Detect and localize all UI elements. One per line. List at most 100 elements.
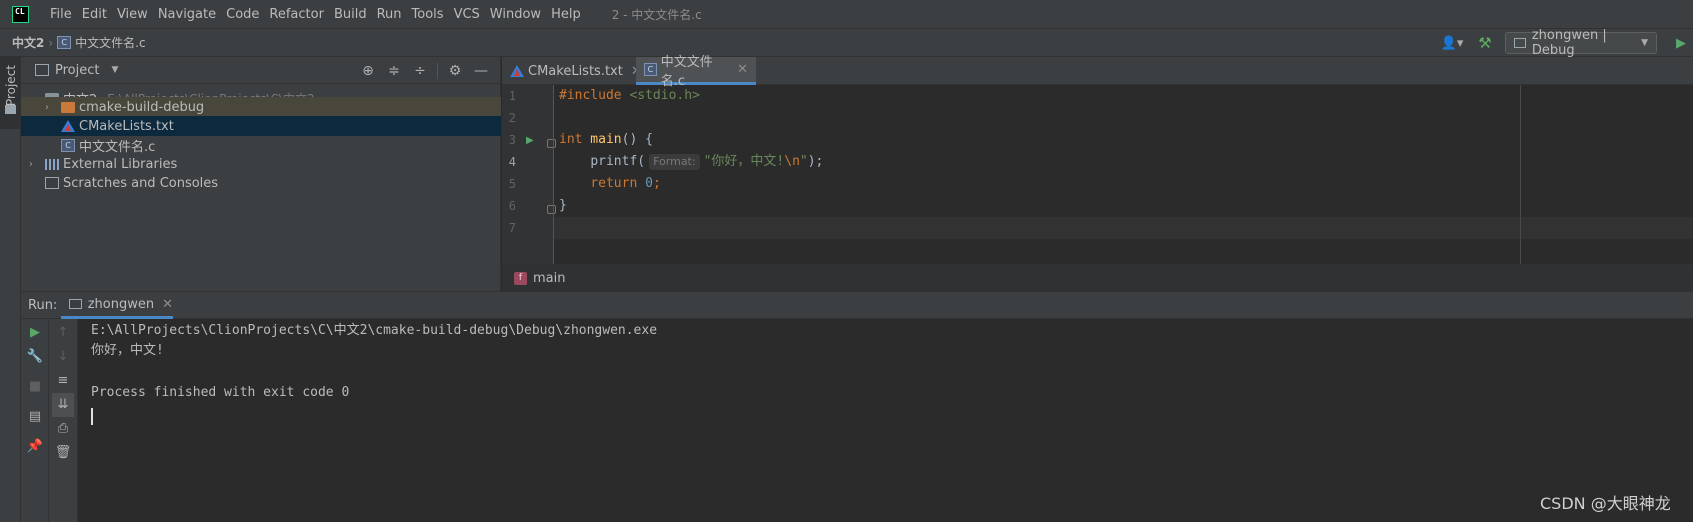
parameter-hint: Format: [649,154,700,170]
tree-item-build-dir[interactable]: › cmake-build-debug [21,97,501,117]
menu-help[interactable]: Help [546,7,586,22]
clion-logo-icon: CL [12,5,29,23]
number-literal: 0 [637,176,653,191]
folder-icon [61,101,75,113]
menu-edit[interactable]: Edit [77,7,112,22]
editor-area: CMakeLists.txt ✕ C 中文文件名.c ✕ 1 2 3 4 5 6… [502,55,1693,291]
collapse-all-icon[interactable]: ÷ [407,63,433,79]
window-title: 2 - 中文文件名.c [611,7,702,22]
project-view-selector[interactable]: Project [55,63,99,78]
console-line: E:\AllProjects\ClionProjects\C\中文2\cmake… [91,323,658,338]
tree-item-label: CMakeLists.txt [79,118,174,134]
trash-icon[interactable]: 🗑 [49,441,77,465]
c-file-icon: C [644,63,657,76]
tab-cmakelists[interactable]: CMakeLists.txt ✕ [502,57,642,85]
menu-code[interactable]: Code [221,7,264,22]
gear-icon[interactable]: ⚙ [442,63,468,79]
run-config-icon [69,299,82,309]
folder-icon [5,105,16,114]
arrow-down-icon[interactable]: ↓ [49,345,77,369]
header-name: <stdio.h> [621,88,700,103]
tree-item-label: Scratches and Consoles [63,175,219,191]
pin-icon[interactable]: 📌 [21,435,49,459]
string-literal-end: " [799,154,808,169]
menu-window[interactable]: Window [485,7,546,22]
line-number: 7 [508,221,516,235]
close-icon[interactable]: ✕ [737,62,748,77]
run-panel-header: Run: zhongwen ✕ [21,291,1693,319]
tree-item-external-libraries[interactable]: › External Libraries [21,154,501,174]
include-directive: #include [559,88,622,103]
fold-icon[interactable] [547,139,556,148]
menu-file[interactable]: File [45,7,77,22]
tree-item-label: 中文文件名.c [79,139,156,155]
escape-sequence: \n [784,154,800,169]
c-file-icon: C [57,36,72,49]
layout-icon[interactable]: ▤ [21,405,49,429]
menu-refactor[interactable]: Refactor [264,7,329,22]
soft-wrap-icon[interactable]: ≡ [49,369,77,393]
editor-breadcrumb: f main [502,264,1693,291]
arrow-up-icon[interactable]: ↑ [49,321,77,345]
run-console[interactable]: E:\AllProjects\ClionProjects\C\中文2\cmake… [79,319,1693,522]
console-line: Process finished with exit code 0 [91,385,350,400]
navbar-actions: 👤▾ ⚒ zhongwen | Debug ▼ ▶ [1439,28,1693,58]
tab-c-file[interactable]: C 中文文件名.c ✕ [636,55,756,89]
stop-icon[interactable]: ■ [21,375,49,399]
main-menu: File Edit View Navigate Code Refactor Bu… [45,7,586,22]
breadcrumb-function[interactable]: main [533,271,565,286]
text-caret [91,408,93,425]
line-number: 4 [508,155,516,169]
editor-tabs: CMakeLists.txt ✕ C 中文文件名.c ✕ [502,55,1693,89]
run-config-icon [1514,38,1526,48]
menu-tools[interactable]: Tools [407,7,449,22]
wrench-icon[interactable]: 🔧 [21,345,49,369]
chevron-right-icon[interactable]: › [41,102,53,113]
close-icon[interactable]: ✕ [162,297,173,312]
menu-run[interactable]: Run [372,7,407,22]
rerun-icon[interactable]: ▶ [21,321,49,345]
build-hammer-icon[interactable]: ⚒ [1475,34,1495,52]
breadcrumb-project[interactable]: 中文2 [12,34,44,51]
print-icon[interactable]: ⎙ [49,417,77,441]
code-editor[interactable]: #include <stdio.h> int main() { printf(F… [559,85,1689,264]
menu-build[interactable]: Build [329,7,372,22]
cmake-icon [61,120,75,132]
expand-all-icon[interactable]: ≑ [381,63,407,79]
menu-navigate[interactable]: Navigate [153,7,221,22]
tree-item-c-file[interactable]: C 中文文件名.c [21,135,501,155]
watermark: CSDN @大眼神龙 [1540,494,1671,513]
run-configuration-select[interactable]: zhongwen | Debug ▼ [1505,28,1657,58]
chevron-right-icon[interactable]: › [25,159,37,170]
locate-file-icon[interactable]: ⊕ [355,63,381,79]
breadcrumb-separator-icon: › [48,35,54,50]
code-line-1: #include <stdio.h> [559,85,1689,107]
function-icon: f [514,271,527,285]
fold-icon[interactable] [547,205,556,214]
user-icon[interactable]: 👤▾ [1439,36,1465,51]
run-tab[interactable]: zhongwen ✕ [61,292,173,319]
run-gutter-icon[interactable]: ▶ [526,135,534,146]
run-button[interactable]: ▶ [1669,36,1693,51]
project-panel-header: Project ▼ ⊕ ≑ ÷ ⚙ — [21,57,500,84]
project-view-icon [35,64,49,76]
tree-item-scratches[interactable]: Scratches and Consoles [21,173,501,193]
tree-item-cmakelists[interactable]: CMakeLists.txt [21,116,501,136]
return-keyword: return [590,176,638,191]
chevron-down-icon[interactable]: ▼ [111,65,118,75]
menu-vcs[interactable]: VCS [449,7,485,22]
hide-icon[interactable]: — [468,63,494,79]
line-number: 3 [508,133,516,147]
project-tool-tab[interactable]: Project [0,57,21,129]
line-number: 5 [508,177,516,191]
menu-view[interactable]: View [112,7,153,22]
breadcrumb-file[interactable]: 中文文件名.c [75,34,145,51]
scroll-to-end-icon[interactable]: ⇊ [52,393,74,417]
tree-item-label: cmake-build-debug [79,99,205,115]
code-text: } [559,198,567,213]
scratches-icon [45,177,59,189]
run-toolbar-primary: ▶ 🔧 ■ ▤ 📌 [21,319,49,522]
code-text: ; [652,176,661,191]
line-number: 1 [508,89,516,103]
